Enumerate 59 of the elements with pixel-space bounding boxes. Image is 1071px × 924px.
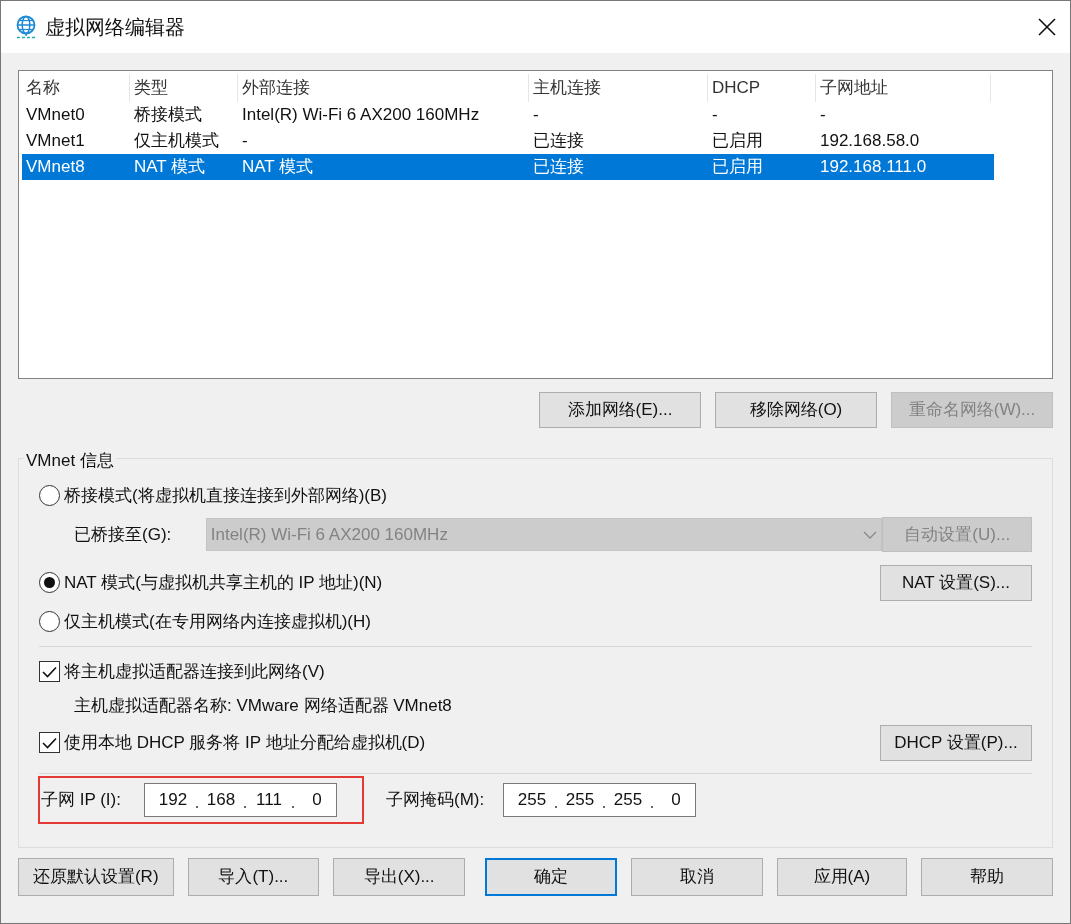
table-cell-text: 192.168.111.0 [819, 156, 928, 179]
checkbox[interactable] [39, 732, 60, 753]
table-cell-text: Intel(R) Wi-Fi 6 AX200 160MHz [241, 104, 481, 127]
chevron-down-icon [863, 530, 878, 539]
radio-button[interactable] [39, 572, 60, 593]
table-row[interactable]: VMnet1 仅主机模式 - 已连接 已启用 192.168.58.0 [22, 128, 994, 154]
table-cell-text: - [819, 104, 827, 127]
radio-button[interactable] [39, 485, 60, 506]
table-cell-text: 已连接 [532, 156, 585, 179]
column-header[interactable]: 名称 [22, 74, 130, 102]
table-cell-text: - [711, 104, 719, 127]
column-header[interactable]: 主机连接 [529, 74, 708, 102]
table-cell-text: 已连接 [532, 130, 585, 153]
button[interactable]: 还原默认设置(R) [18, 857, 174, 896]
checkbox-label: 将主机虚拟适配器连接到此网络(V) [64, 660, 325, 683]
window-title: 虚拟网络编辑器 [45, 15, 185, 40]
button[interactable]: 添加网络(E)... [539, 392, 701, 428]
column-header[interactable]: 类型 [130, 74, 238, 102]
table-row[interactable]: VMnet0 桥接模式 Intel(R) Wi-Fi 6 AX200 160MHz - - - [22, 102, 994, 128]
radio-label: 仅主机模式(在专用网络内连接虚拟机)(H) [64, 610, 371, 633]
column-header[interactable]: DHCP [708, 74, 816, 102]
button[interactable]: 帮助 [921, 857, 1054, 896]
subnet-ip-field[interactable]: 192 168 111 0 [144, 782, 337, 817]
globe-icon [15, 15, 37, 39]
table-row[interactable]: VMnet8 NAT 模式 NAT 模式 已连接 已启用 192.168.111.0 [22, 154, 994, 180]
radio-label: NAT 模式(与虚拟机共享主机的 IP 地址)(N) [64, 571, 383, 594]
button[interactable]: 取消 [630, 857, 763, 896]
table-cell-text: 已启用 [711, 156, 764, 179]
checkbox-label: 使用本地 DHCP 服务将 IP 地址分配给虚拟机(D) [64, 731, 426, 754]
button[interactable]: 应用(A) [776, 857, 908, 896]
button[interactable]: 导入(T)... [187, 857, 320, 896]
button[interactable]: 确定 [485, 857, 617, 896]
close-icon [1038, 18, 1056, 36]
table-cell-text: VMnet1 [25, 130, 86, 153]
table-cell-text: 仅主机模式 [133, 130, 220, 153]
button[interactable]: 导出(X)... [333, 857, 465, 896]
column-header[interactable]: 子网地址 [816, 74, 991, 102]
button[interactable]: 移除网络(O) [715, 392, 877, 428]
radio-label: 桥接模式(将虚拟机直接连接到外部网络)(B) [64, 484, 387, 507]
bridged-to-label: 已桥接至(G): [74, 523, 173, 546]
button[interactable]: NAT 设置(S)... [880, 564, 1032, 601]
group-title: VMnet 信息 [24, 451, 116, 470]
column-header[interactable]: 外部连接 [238, 74, 529, 102]
table-cell-text: NAT 模式 [241, 156, 315, 179]
subnet-ip-label: 子网 IP (I): [41, 788, 122, 811]
table-cell-text: 桥接模式 [133, 104, 203, 127]
radio-button[interactable] [39, 611, 60, 632]
table-cell-text: 已启用 [711, 130, 764, 153]
subnet-mask-field[interactable]: 255 255 255 0 [503, 782, 696, 817]
checkbox[interactable] [39, 661, 60, 682]
button[interactable]: DHCP 设置(P)... [880, 724, 1032, 761]
table-cell-text: VMnet0 [25, 104, 86, 127]
adapter-name-text: 主机虚拟适配器名称: VMware 网络适配器 VMnet8 [74, 694, 453, 717]
subnet-mask-label: 子网掩码(M): [386, 788, 486, 811]
table-cell-text: NAT 模式 [133, 156, 207, 179]
table-cell-text: 192.168.58.0 [819, 130, 921, 153]
table-cell-text: - [241, 130, 249, 153]
table-cell-text: VMnet8 [25, 156, 86, 179]
table-cell-text: - [532, 104, 540, 127]
